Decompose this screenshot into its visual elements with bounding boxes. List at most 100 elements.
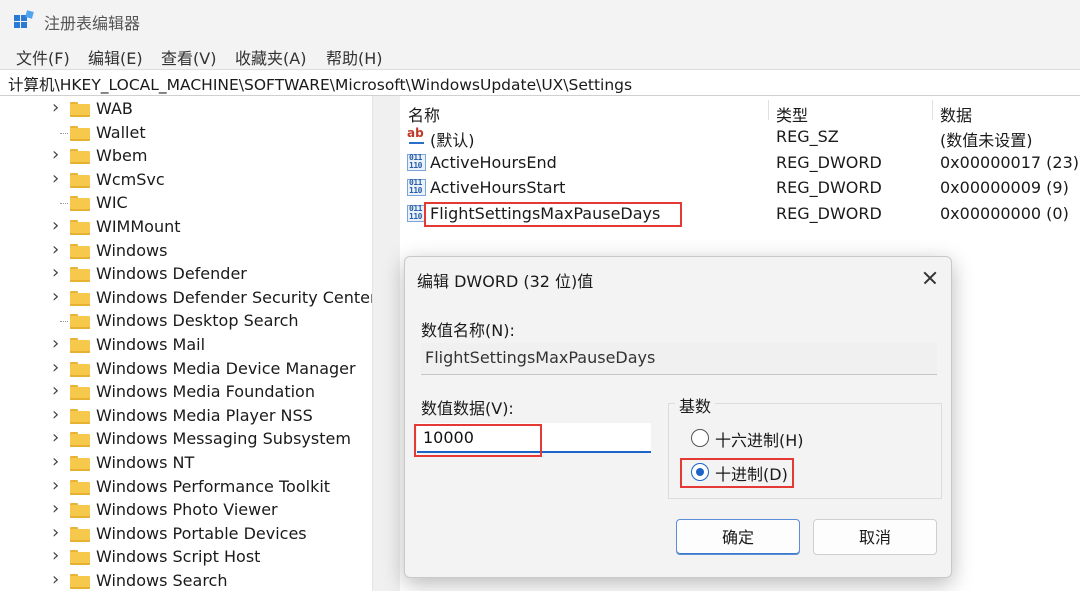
value-type: REG_DWORD [776, 152, 882, 172]
tree-item-label: Windows NT [96, 453, 195, 472]
registry-editor-icon [14, 10, 34, 30]
folder-icon [70, 314, 90, 330]
tree-item[interactable]: Windows Desktop Search [0, 310, 372, 333]
tree-item-label: WAB [96, 99, 133, 118]
tree-item[interactable]: › Windows Media Foundation [0, 380, 372, 404]
tree-item[interactable]: › Windows Media Device Manager [0, 357, 372, 381]
value-row[interactable]: ab (默认) REG_SZ (数值未设置) [400, 124, 1080, 150]
chevron-right-icon[interactable]: › [52, 475, 59, 496]
chevron-right-icon[interactable]: › [52, 569, 59, 590]
value-name-label: 数值名称(N): [421, 321, 515, 340]
folder-icon [70, 243, 90, 259]
cancel-button[interactable]: 取消 [813, 519, 937, 555]
value-row[interactable]: 011 110 ActiveHoursEnd REG_DWORD 0x00000017 … [400, 150, 1080, 175]
tree-item[interactable]: › Windows Script Host [0, 545, 372, 569]
tree-item[interactable]: › Windows Defender Security Center [0, 286, 372, 310]
tree-item[interactable]: › WIMMount [0, 215, 372, 239]
close-icon[interactable] [915, 263, 945, 293]
tree-item[interactable]: › Windows Search [0, 569, 372, 591]
chevron-right-icon[interactable]: › [52, 498, 59, 519]
tree-item-label: Windows Script Host [96, 547, 261, 567]
tree-item[interactable]: WIC [0, 192, 372, 215]
tree-item-label: WcmSvc [96, 169, 165, 189]
folder-icon [70, 526, 90, 542]
key-tree-pane[interactable]: › WAB Wallet › Wbem › WcmSvc WIC › WIMMount › Windo… [0, 96, 372, 591]
value-data: (数值未设置) [940, 131, 1033, 150]
value-data: 0x00000017 (23) [940, 152, 1080, 172]
folder-icon [70, 338, 90, 353]
tree-item[interactable]: › Windows Portable Devices [0, 522, 372, 546]
chevron-right-icon[interactable]: › [52, 239, 59, 260]
chevron-right-icon[interactable]: › [52, 333, 59, 354]
tree-item[interactable]: › Wbem [0, 144, 372, 168]
chevron-right-icon[interactable]: › [52, 404, 59, 425]
folder-icon [70, 550, 90, 566]
menu-help[interactable]: 帮助(H) [326, 45, 383, 69]
tree-item-label: Windows Media Player NSS [96, 405, 313, 425]
tree-scrollbar[interactable] [372, 96, 400, 591]
menu-view[interactable]: 查看(V) [161, 45, 216, 69]
chevron-right-icon[interactable]: › [52, 168, 59, 189]
chevron-right-icon[interactable]: › [52, 380, 59, 401]
highlight-value-name [424, 202, 682, 227]
ok-button[interactable]: 确定 [676, 519, 800, 555]
highlight-value-data [414, 424, 542, 457]
chevron-right-icon[interactable]: › [52, 144, 59, 165]
chevron-right-icon[interactable]: › [52, 545, 59, 566]
folder-icon [70, 290, 90, 306]
tree-item-label: Windows Defender Security Center [96, 287, 372, 307]
value-data-label: 数值数据(V): [421, 399, 514, 418]
highlight-dec-radio [680, 458, 794, 488]
binary-value-icon: 011 110 [407, 153, 426, 171]
tree-item-label: Windows Performance Toolkit [96, 476, 331, 496]
tree-item[interactable]: › Windows Messaging Subsystem [0, 427, 372, 451]
window-title: 注册表编辑器 [44, 14, 141, 33]
menu-edit[interactable]: 编辑(E) [88, 45, 143, 69]
value-name-field: FlightSettingsMaxPauseDays [421, 343, 937, 375]
chevron-right-icon[interactable]: › [52, 522, 59, 543]
chevron-right-icon[interactable]: › [52, 357, 59, 378]
chevron-right-icon[interactable]: › [52, 427, 59, 448]
column-header-data[interactable]: 数据 [940, 102, 972, 126]
value-name: ActiveHoursEnd [430, 152, 557, 172]
tree-item[interactable]: › Windows Performance Toolkit [0, 475, 372, 499]
tree-item[interactable]: › Windows Media Player NSS [0, 404, 372, 428]
value-row[interactable]: 011 110 ActiveHoursStart REG_DWORD 0x0000000… [400, 175, 1080, 200]
folder-icon [70, 385, 90, 401]
address-bar[interactable]: 计算机\HKEY_LOCAL_MACHINE\SOFTWARE\Microsof… [0, 70, 1080, 96]
tree-item-label: Windows Media Device Manager [96, 358, 356, 378]
tree-item-label: WIC [96, 193, 128, 213]
column-separator[interactable] [932, 100, 933, 120]
column-header-type[interactable]: 类型 [776, 102, 808, 126]
tree-item[interactable]: Wallet [0, 122, 372, 145]
chevron-right-icon[interactable]: › [52, 286, 59, 307]
tree-item[interactable]: › Windows [0, 239, 372, 263]
tree-item[interactable]: › Windows Mail [0, 333, 372, 357]
folder-icon [70, 149, 90, 165]
menu-file[interactable]: 文件(F) [16, 45, 70, 69]
chevron-right-icon[interactable]: › [52, 215, 59, 236]
value-type: REG_SZ [776, 127, 839, 146]
chevron-right-icon[interactable]: › [52, 97, 59, 118]
menu-favorites[interactable]: 收藏夹(A) [235, 45, 306, 69]
tree-item[interactable]: › Windows Defender [0, 262, 372, 286]
tree-item-label: Windows Portable Devices [96, 523, 307, 543]
tree-connector [60, 321, 68, 323]
tree-item[interactable]: › Windows Photo Viewer [0, 498, 372, 522]
value-name: ActiveHoursStart [430, 178, 566, 197]
dialog-title: 编辑 DWORD (32 位)值 [417, 272, 594, 291]
tree-item[interactable]: › Windows NT [0, 451, 372, 475]
tree-connector [60, 203, 68, 205]
value-type: REG_DWORD [776, 203, 882, 223]
tree-item-label: WIMMount [96, 217, 181, 236]
tree-item[interactable]: › WcmSvc [0, 168, 372, 192]
column-separator[interactable] [768, 100, 769, 120]
column-header-name[interactable]: 名称 [408, 102, 440, 126]
value-type: REG_DWORD [776, 178, 882, 197]
folder-icon [70, 102, 90, 117]
chevron-right-icon[interactable]: › [52, 451, 59, 472]
tree-item-label: Windows Desktop Search [96, 311, 299, 331]
chevron-right-icon[interactable]: › [52, 262, 59, 283]
radio-unchecked-icon[interactable] [691, 429, 709, 447]
tree-item[interactable]: › WAB [0, 97, 372, 121]
